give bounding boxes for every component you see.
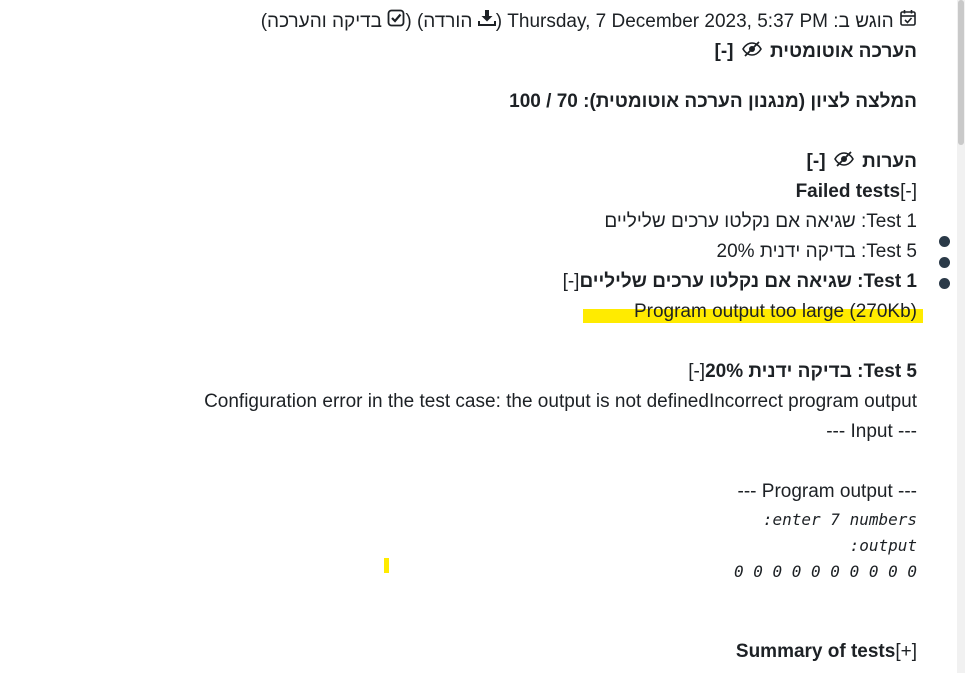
- submitted-date: Thursday, 7 December 2023, 5:37 PM: [507, 11, 828, 33]
- test5-heading: Test 5: בדיקה ידנית 20%[-]: [0, 359, 917, 385]
- submitted-prefix: הוגש ב:: [833, 11, 894, 33]
- dot-icon[interactable]: [939, 278, 950, 289]
- failed-tests-heading: Failed tests[-]: [0, 179, 917, 205]
- program-output-line: output:: [849, 536, 917, 555]
- test5-title: Test 5: בדיקה ידנית 20%: [705, 361, 917, 382]
- comments-heading: הערות [-]: [0, 149, 917, 175]
- test1-toggle[interactable]: [-]: [563, 271, 580, 292]
- auto-grading-toggle[interactable]: [-]: [715, 41, 734, 62]
- summary-heading: Summary of tests[+]: [0, 639, 917, 665]
- download-icon: [477, 9, 496, 35]
- cursor-marker: [384, 558, 389, 573]
- dot-icon[interactable]: [939, 236, 950, 247]
- eye-slash-icon: [741, 39, 762, 65]
- dot-icon[interactable]: [939, 257, 950, 268]
- program-output-line: enter 7 numbers:: [762, 510, 917, 529]
- eye-slash-icon: [833, 149, 854, 175]
- test1-message: Program output too large (270Kb): [633, 301, 917, 322]
- failed-test-item[interactable]: Test 1: שגיאה אם נקלטו ערכים שליליים: [0, 209, 917, 235]
- test1-title: Test 1: שגיאה אם נקלטו ערכים שליליים: [579, 271, 917, 292]
- summary-label: Summary of tests: [735, 641, 896, 662]
- program-output-line: 0 0 0 0 0 0 0 0 0 0: [733, 562, 917, 581]
- summary-toggle[interactable]: [+]: [895, 641, 917, 662]
- grading-feedback-panel: הוגש ב: Thursday, 7 December 2023, 5:37 …: [0, 0, 965, 673]
- input-header: --- Input ---: [826, 421, 917, 442]
- program-output-header: --- Program output ---: [737, 481, 917, 502]
- download-link[interactable]: הורדה: [423, 11, 472, 32]
- submission-info: הוגש ב: Thursday, 7 December 2023, 5:37 …: [0, 9, 917, 35]
- grade-recommendation: המלצה לציון (מנגנון הערכה אוטומטית): 70 …: [509, 91, 917, 112]
- scrollbar-track[interactable]: [957, 0, 965, 673]
- scrollbar-thumb[interactable]: [958, 0, 964, 145]
- calendar-check-icon: [899, 9, 917, 35]
- comments-title: הערות: [862, 151, 917, 173]
- test5-toggle[interactable]: [-]: [688, 361, 705, 382]
- failed-tests-toggle[interactable]: [-]: [900, 181, 917, 202]
- review-link[interactable]: בדיקה והערכה: [267, 11, 382, 32]
- comments-toggle[interactable]: [-]: [807, 151, 826, 172]
- failed-tests-label: Failed tests: [795, 181, 901, 202]
- checkbox-checked-icon: [387, 9, 405, 35]
- auto-grading-heading: הערכה אוטומטית [-]: [0, 39, 918, 65]
- test1-heading: Test 1: שגיאה אם נקלטו ערכים שליליים[-]: [0, 269, 917, 295]
- auto-grading-title: הערכה אוטומטית: [770, 41, 917, 63]
- failed-test-item[interactable]: Test 5: בדיקה ידנית 20%: [0, 239, 917, 265]
- test5-config-error: Configuration error in the test case: th…: [204, 391, 917, 412]
